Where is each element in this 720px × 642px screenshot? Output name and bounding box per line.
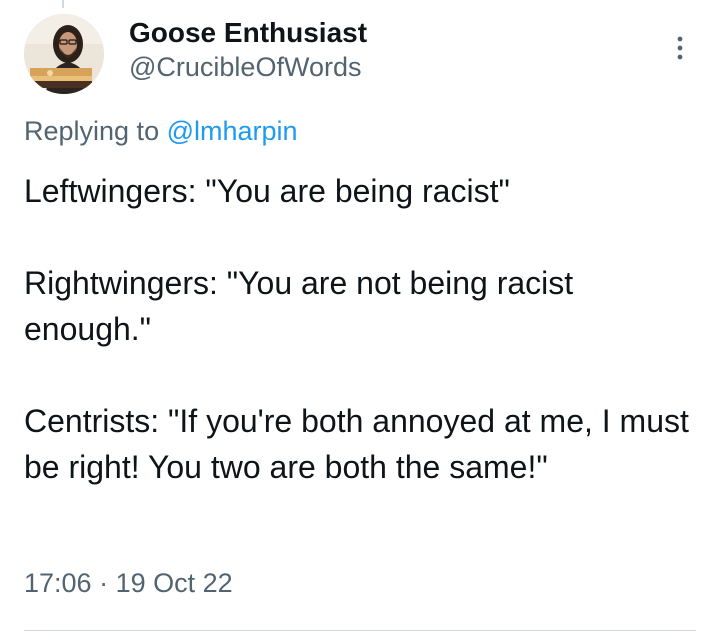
tweet-paragraph: Centrists: "If you're both annoyed at me… bbox=[24, 403, 689, 485]
tweet-time: 17:06 bbox=[24, 568, 92, 598]
display-name[interactable]: Goose Enthusiast bbox=[129, 16, 367, 50]
more-options-button[interactable] bbox=[668, 28, 692, 68]
more-vertical-icon bbox=[677, 36, 683, 60]
author-names: Goose Enthusiast @CrucibleOfWords bbox=[129, 16, 367, 84]
replying-to-label: Replying to bbox=[24, 116, 167, 146]
tweet-header: Goose Enthusiast @CrucibleOfWords bbox=[24, 14, 700, 100]
replying-to: Replying to @lmharpin bbox=[24, 114, 298, 148]
meta-separator: · bbox=[91, 568, 116, 598]
tweet-paragraph: Rightwingers: "You are not being racist … bbox=[24, 265, 574, 347]
reply-mention-link[interactable]: @lmharpin bbox=[167, 116, 298, 146]
avatar[interactable] bbox=[24, 14, 104, 94]
tweet-paragraph: Leftwingers: "You are being racist" bbox=[24, 173, 510, 209]
divider bbox=[24, 630, 696, 631]
tweet-timestamp[interactable]: 17:06 · 19 Oct 22 bbox=[24, 565, 233, 601]
avatar-image bbox=[24, 14, 104, 94]
user-handle[interactable]: @CrucibleOfWords bbox=[129, 50, 367, 84]
tweet-text: Leftwingers: "You are being racist" Righ… bbox=[24, 168, 704, 490]
thread-connector-line bbox=[62, 0, 64, 8]
tweet-date: 19 Oct 22 bbox=[115, 568, 233, 598]
